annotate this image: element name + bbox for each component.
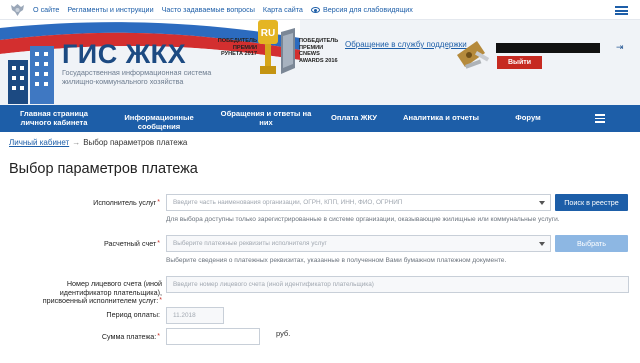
eye-icon (310, 7, 320, 13)
nav-menu-icon[interactable] (595, 114, 605, 123)
account-label: Расчетный счет* (103, 239, 160, 248)
account-placeholder: Выберите платежные реквизиты исполнителя… (173, 240, 327, 247)
provider-label: Исполнитель услуг* (93, 198, 160, 207)
nav-item-appeals[interactable]: Обращения и ответы на них (218, 109, 314, 127)
period-value: 11.2018 (173, 312, 196, 319)
personal-account-placeholder: Введите номер лицевого счета (иной идент… (173, 281, 374, 288)
user-name-redacted (496, 43, 600, 53)
page-title: Выбор параметров платежа (9, 161, 198, 177)
provider-placeholder: Введите часть наименования организации, … (173, 199, 403, 206)
breadcrumb-current: Выбор параметров платежа (83, 138, 188, 147)
breadcrumb: Личный кабинет → Выбор параметров платежа (9, 138, 187, 147)
account-select[interactable]: Выберите платежные реквизиты исполнителя… (166, 235, 551, 252)
breadcrumb-arrow-icon: → (72, 138, 81, 147)
account-hint: Выберите сведения о платежных реквизитах… (166, 257, 507, 264)
top-menu-icon[interactable] (615, 6, 628, 15)
trophy-icon: RU (258, 20, 278, 74)
amount-label: Сумма платежа:* (101, 332, 160, 341)
nav-item-payment[interactable]: Оплата ЖКУ (322, 113, 386, 123)
top-links: О сайте Регламенты и инструкции Часто за… (33, 5, 413, 14)
award-runet-text: ПОБЕДИТЕЛЬ ПРЕМИИ РУНЕТА 2017 (217, 38, 257, 58)
logo-subtitle: Государственная информационная система ж… (62, 68, 212, 86)
period-input[interactable]: 11.2018 (166, 307, 224, 324)
keys-icon (457, 41, 490, 69)
top-utility-bar: О сайте Регламенты и инструкции Часто за… (0, 0, 640, 20)
top-link-faq[interactable]: Часто задаваемые вопросы (162, 5, 255, 14)
site-header: ГИС ЖКХ Государственная информационная с… (0, 20, 640, 105)
required-marker: * (157, 240, 160, 247)
nav-item-dashboard[interactable]: Главная страница личного кабинета (14, 109, 94, 127)
top-link-sitemap[interactable]: Карта сайта (263, 5, 303, 14)
top-link-regulations[interactable]: Регламенты и инструкции (67, 5, 153, 14)
provider-hint: Для выбора доступны только зарегистриров… (166, 216, 560, 223)
award-cnews-text: ПОБЕДИТЕЛЬ ПРЕМИИ CNEWS AWARDS 2016 (299, 38, 339, 64)
main-nav: Главная страница личного кабинета Информ… (0, 105, 640, 132)
personal-account-label: Номер лицевого счета (иной идентификатор… (42, 279, 162, 305)
cnews-award-icon (281, 28, 295, 74)
required-marker: * (159, 297, 162, 304)
amount-input[interactable] (166, 328, 260, 345)
coat-of-arms-icon (11, 4, 24, 16)
building-logo-icon (8, 46, 54, 104)
logout-arrow-icon[interactable]: ⇥ (616, 42, 624, 53)
nav-item-forum[interactable]: Форум (504, 113, 552, 123)
logo-title: ГИС ЖКХ (62, 39, 187, 69)
required-marker: * (157, 333, 160, 340)
chevron-down-icon (539, 201, 545, 205)
choose-button[interactable]: Выбрать (555, 235, 628, 252)
personal-account-input[interactable]: Введите номер лицевого счета (иной идент… (166, 276, 629, 293)
top-link-about[interactable]: О сайте (33, 5, 59, 14)
nav-item-messages[interactable]: Информационные сообщения (103, 113, 215, 131)
chevron-down-icon (539, 242, 545, 246)
provider-select[interactable]: Введите часть наименования организации, … (166, 194, 551, 211)
logout-button[interactable]: Выйти (497, 56, 542, 69)
support-link[interactable]: Обращение в службу поддержки (345, 40, 467, 49)
nav-item-analytics[interactable]: Аналитика и отчеты (398, 113, 484, 123)
accessibility-link[interactable]: Версия для слабовидящих (310, 5, 413, 14)
required-marker: * (157, 199, 160, 206)
registry-search-button[interactable]: Поиск в реестре (555, 194, 628, 211)
breadcrumb-link-cabinet[interactable]: Личный кабинет (9, 138, 69, 147)
currency-label: руб. (276, 329, 291, 338)
accessibility-label: Версия для слабовидящих (322, 5, 413, 14)
period-label: Период оплаты: (106, 310, 160, 319)
svg-text:RU: RU (261, 28, 275, 39)
